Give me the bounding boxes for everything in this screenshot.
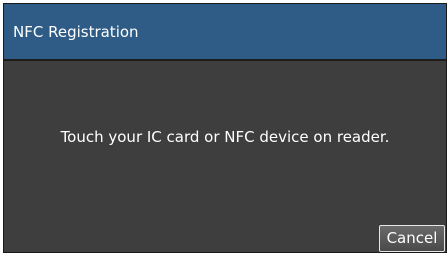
nfc-registration-dialog: NFC Registration Touch your IC card or N…	[3, 3, 447, 253]
dialog-title: NFC Registration	[13, 23, 139, 41]
cancel-button[interactable]: Cancel	[379, 225, 445, 252]
dialog-titlebar: NFC Registration	[4, 4, 446, 61]
dialog-message: Touch your IC card or NFC device on read…	[60, 128, 390, 146]
